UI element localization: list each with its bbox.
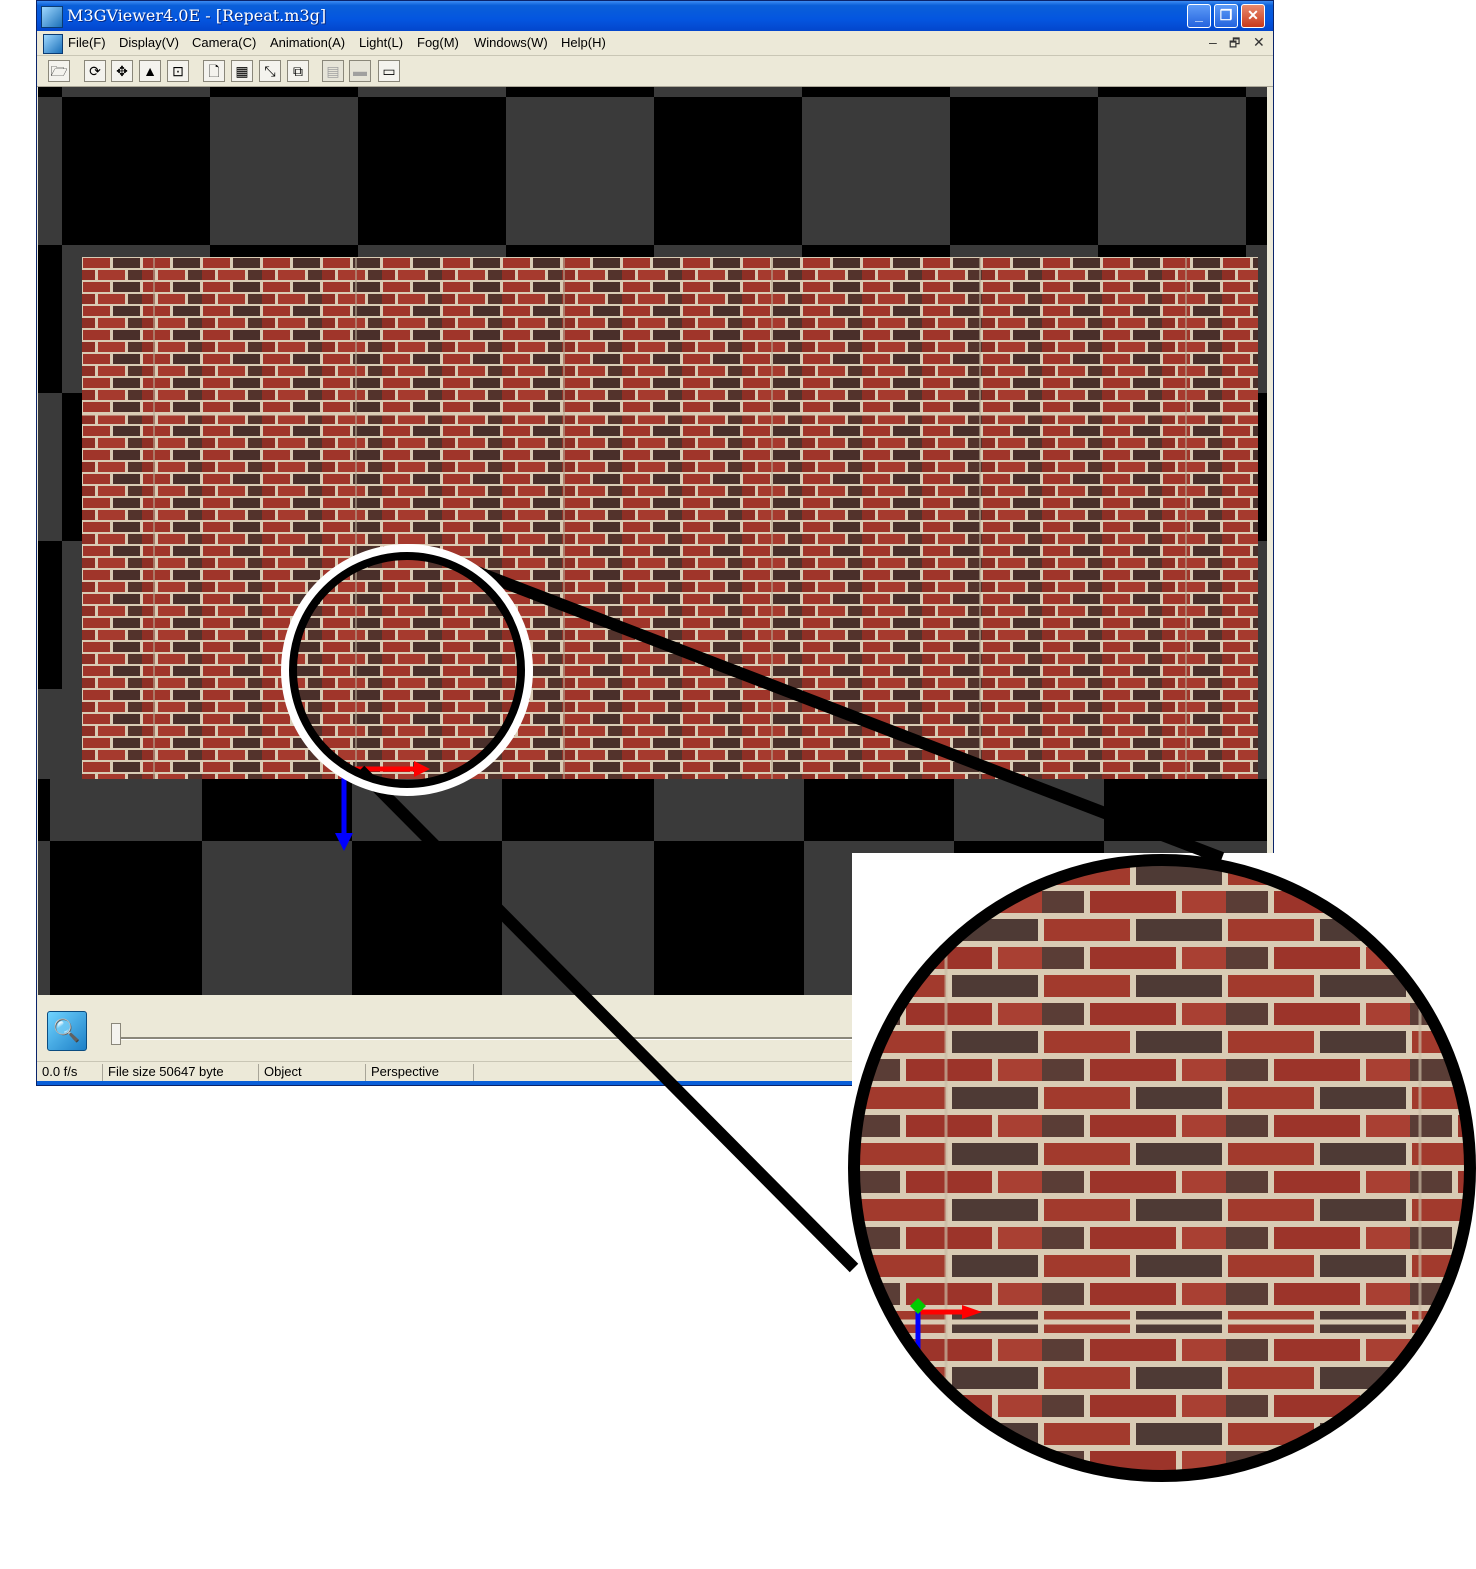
lens-ring-outer bbox=[281, 544, 533, 796]
connector-line-bottom bbox=[355, 765, 859, 1273]
lens-ring bbox=[289, 552, 525, 788]
zoom-callout bbox=[281, 544, 1476, 1483]
connector-line-top bbox=[453, 558, 1225, 864]
